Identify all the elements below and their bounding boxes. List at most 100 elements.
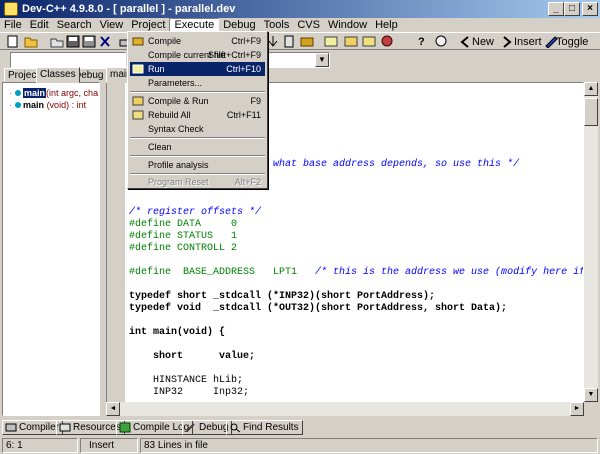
- insert-button[interactable]: Insert: [514, 35, 542, 49]
- menu-item-rebuild-all[interactable]: Rebuild All Ctrl+F11: [130, 108, 265, 122]
- compile-toolbar-icon[interactable]: [300, 35, 314, 48]
- compile-run-toolbar-icon[interactable]: [344, 35, 358, 48]
- menu-item-program-reset: Program Reset Alt+F2: [148, 177, 261, 187]
- main-toolbar: ? New Insert Toggle: [0, 32, 600, 50]
- status-bar: 6: 1 Insert 83 Lines in file: [0, 437, 600, 454]
- output-tabs: Compiler Resources Compile Log Debug Fin…: [0, 418, 600, 436]
- code-line[interactable]: typedef void _stdcall (*OUT32)(short Por…: [129, 303, 507, 315]
- run-toolbar-icon[interactable]: [324, 35, 338, 48]
- minimize-button[interactable]: _: [548, 2, 564, 16]
- new-file-icon[interactable]: [6, 35, 20, 48]
- rebuild-toolbar-icon[interactable]: [362, 35, 376, 48]
- open-folder-icon[interactable]: [24, 35, 38, 48]
- menu-bar: File Edit Search View Project Execute De…: [0, 18, 600, 32]
- goto-icon[interactable]: [266, 35, 280, 48]
- function-icon: [14, 90, 21, 96]
- compile-icon: [132, 37, 144, 46]
- tab-classes[interactable]: Classes: [36, 67, 80, 83]
- tree-item[interactable]: · main (void) : int: [9, 99, 86, 111]
- code-line[interactable]: /* register offsets */: [129, 207, 261, 219]
- menu-search[interactable]: Search: [53, 18, 96, 32]
- code-line[interactable]: #define BASE_ADDRESS LPT1 /* this is the…: [129, 267, 583, 279]
- scroll-left-icon[interactable]: ◄: [106, 402, 120, 416]
- code-line[interactable]: INP32 Inp32;: [129, 387, 249, 399]
- scroll-right-icon[interactable]: ►: [570, 402, 584, 416]
- tab-find-results[interactable]: Find Results: [226, 420, 303, 435]
- tab-compiler[interactable]: Compiler: [2, 420, 64, 435]
- menu-edit[interactable]: Edit: [26, 18, 53, 32]
- debug-icon: [186, 423, 195, 432]
- code-line[interactable]: typedef short _stdcall (*INP32)(short Po…: [129, 291, 435, 303]
- rebuild-icon: [132, 110, 144, 120]
- menu-separator: [130, 137, 265, 139]
- about-icon[interactable]: [434, 35, 448, 48]
- menu-file[interactable]: File: [0, 18, 26, 32]
- menu-item-parameters[interactable]: Parameters...: [130, 76, 265, 90]
- insert-icon[interactable]: [500, 35, 514, 48]
- menu-tools[interactable]: Tools: [260, 18, 294, 32]
- compiler-icon: [5, 423, 17, 432]
- menu-item-clean[interactable]: Clean: [130, 140, 265, 154]
- scroll-up-icon[interactable]: ▲: [584, 82, 598, 96]
- line-count: 83 Lines in file: [140, 438, 598, 453]
- menu-item-compile-current-file[interactable]: Compile current file Shift+Ctrl+F9: [130, 48, 265, 62]
- menu-execute[interactable]: Execute: [169, 18, 220, 32]
- code-line[interactable]: #define CONTROLL 2: [129, 243, 237, 255]
- code-line[interactable]: HINSTANCE hLib;: [129, 375, 243, 387]
- run-icon: [132, 64, 144, 74]
- toggle-button[interactable]: Toggle: [556, 35, 588, 49]
- class-combo[interactable]: [10, 52, 126, 68]
- scroll-down-icon[interactable]: ▼: [584, 388, 598, 402]
- code-line[interactable]: #define DATA 0: [129, 219, 237, 231]
- scroll-thumb[interactable]: [584, 98, 598, 126]
- close-file-icon[interactable]: [98, 35, 112, 48]
- menu-item-compile[interactable]: Compile Ctrl+F9: [130, 34, 265, 48]
- horizontal-scrollbar[interactable]: ◄ ►: [106, 402, 584, 416]
- class-toolbar: ▼: [0, 50, 600, 70]
- save-icon[interactable]: [66, 35, 80, 48]
- new-class-icon[interactable]: [458, 35, 472, 48]
- bookmark-icon[interactable]: [282, 35, 296, 48]
- menu-item-profile-analysis[interactable]: Profile analysis: [130, 158, 265, 172]
- function-icon: [14, 102, 21, 108]
- menu-debug[interactable]: Debug: [219, 18, 259, 32]
- title-bar: Dev-C++ 4.9.8.0 - [ parallel ] - paralle…: [0, 0, 600, 18]
- edit-mode: Insert: [80, 438, 138, 453]
- tab-debug-output[interactable]: Debug: [182, 420, 233, 435]
- close-button[interactable]: ×: [582, 2, 598, 16]
- find-results-icon: [230, 423, 241, 433]
- class-browser: · main(int argc, cha · main (void) : int: [2, 82, 100, 416]
- editor-gutter: [107, 83, 125, 415]
- code-line[interactable]: int main(void) {: [129, 327, 225, 339]
- menu-cvs[interactable]: CVS: [293, 18, 324, 32]
- open-icon[interactable]: [50, 35, 64, 48]
- save-all-icon[interactable]: [82, 35, 96, 48]
- menu-item-syntax-check[interactable]: Syntax Check: [130, 122, 265, 136]
- help-button[interactable]: ?: [418, 35, 425, 49]
- code-line[interactable]: short value;: [129, 351, 255, 363]
- left-panel: Project Classes Debug · main(int argc, c…: [2, 67, 108, 416]
- member-combo[interactable]: ▼: [268, 52, 330, 68]
- code-line[interactable]: #define STATUS 1: [129, 231, 237, 243]
- debug-toolbar-icon[interactable]: [380, 35, 394, 48]
- menu-project[interactable]: Project: [127, 18, 169, 32]
- compile-run-icon: [132, 96, 144, 106]
- window-title: Dev-C++ 4.9.8.0 - [ parallel ] - paralle…: [22, 3, 236, 15]
- menu-view[interactable]: View: [96, 18, 128, 32]
- menu-separator: [130, 155, 265, 157]
- tab-resources[interactable]: Resources: [56, 420, 125, 435]
- menu-item-compile-run[interactable]: Compile & Run F9: [130, 94, 265, 108]
- tree-item[interactable]: · main(int argc, cha: [9, 87, 98, 99]
- compile-log-icon: [119, 422, 131, 433]
- cursor-position: 6: 1: [2, 438, 78, 453]
- menu-separator: [130, 91, 265, 93]
- execute-menu: Compile Ctrl+F9 Compile current file Shift…: [127, 31, 268, 189]
- new-button[interactable]: New: [472, 35, 494, 49]
- menu-item-run[interactable]: Run Ctrl+F10: [130, 62, 265, 76]
- menu-window[interactable]: Window: [324, 18, 371, 32]
- app-icon: [4, 2, 18, 16]
- menu-help[interactable]: Help: [371, 18, 402, 32]
- vertical-scrollbar[interactable]: ▲ ▼: [584, 82, 598, 402]
- maximize-button[interactable]: □: [564, 2, 580, 16]
- chevron-down-icon[interactable]: ▼: [315, 53, 329, 67]
